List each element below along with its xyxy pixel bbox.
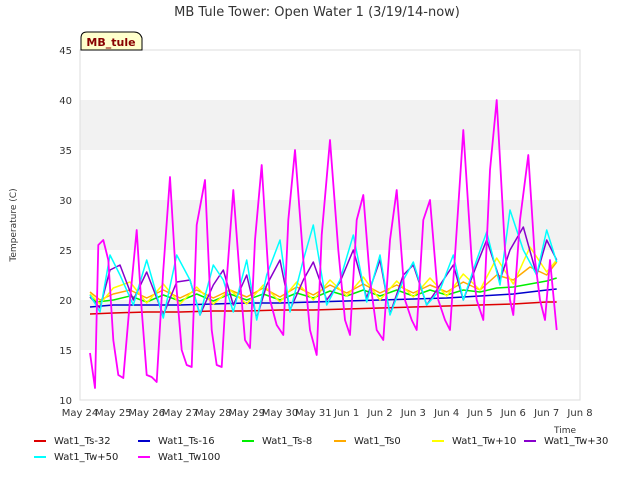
x-tick-label: Jun 3 [400,408,426,419]
x-tick-label: Jun 7 [533,408,559,419]
x-ticks: May 24May 25May 26May 27May 28May 29May … [62,408,593,419]
x-tick-label: Jun 1 [333,408,359,419]
legend-swatch [524,440,536,442]
grid-band [80,300,580,350]
legend-swatch [242,440,254,442]
y-tick-label: 35 [59,146,72,157]
x-tick-label: May 25 [95,408,132,419]
legend-label: Wat1_Ts-16 [158,436,215,447]
legend-label: Wat1_Ts-32 [54,436,111,447]
y-tick-label: 45 [59,46,72,57]
legend-swatch [334,440,346,442]
y-tick-label: 30 [59,196,72,207]
y-tick-label: 10 [59,396,72,407]
legend-item: Wat1_Tw+30 [524,436,608,447]
legend-label: Wat1_Ts0 [354,436,401,447]
x-tick-label: Jun 5 [466,408,492,419]
legend-item: Wat1_Tw+50 [34,452,118,463]
y-tick-label: 25 [59,246,72,257]
legend-label: Wat1_Tw+30 [544,436,609,447]
legend-swatch [138,456,150,458]
legend-label: Wat1_Tw+50 [54,452,119,463]
chart-title: MB Tule Tower: Open Water 1 (3/19/14-now… [174,5,460,20]
chart-svg: MB Tule Tower: Open Water 1 (3/19/14-now… [9,5,593,436]
legend-swatch [34,456,46,458]
x-tick-label: May 28 [195,408,232,419]
y-ticks: 10 15 20 25 30 35 40 45 [59,46,72,407]
x-tick-label: Jun 4 [433,408,459,419]
legend-label: Wat1_Ts-8 [262,436,313,447]
legend-item: Wat1_Ts0 [334,436,401,447]
legend-swatch [138,440,150,442]
y-tick-label: 40 [59,96,72,107]
legend-label: Wat1_Tw100 [158,452,221,463]
x-tick-label: May 26 [128,408,165,419]
legend-item: Wat1_Tw100 [138,452,220,463]
y-tick-label: 15 [59,346,72,357]
legend: Wat1_Ts-32 Wat1_Ts-16 Wat1_Ts-8 Wat1_Ts0 Wat… [0,432,640,472]
x-tick-label: Jun 6 [500,408,526,419]
y-tick-label: 20 [59,296,72,307]
x-tick-label: Jun 2 [366,408,392,419]
site-tag-label: MB_tule [86,36,135,49]
legend-swatch [432,440,444,442]
x-tick-label: May 31 [295,408,332,419]
legend-item: Wat1_Ts-32 [34,436,111,447]
legend-item: Wat1_Ts-16 [138,436,215,447]
x-tick-label: May 24 [62,408,99,419]
legend-label: Wat1_Tw+10 [452,436,517,447]
x-tick-label: May 30 [262,408,299,419]
legend-swatch [34,440,46,442]
y-axis-label: Temperature (C) [9,188,19,262]
x-tick-label: May 27 [162,408,199,419]
x-tick-label: May 29 [228,408,265,419]
site-tag: MB_tule [80,31,143,51]
x-tick-label: Jun 8 [566,408,592,419]
legend-item: Wat1_Ts-8 [242,436,312,447]
legend-item: Wat1_Tw+10 [432,436,516,447]
